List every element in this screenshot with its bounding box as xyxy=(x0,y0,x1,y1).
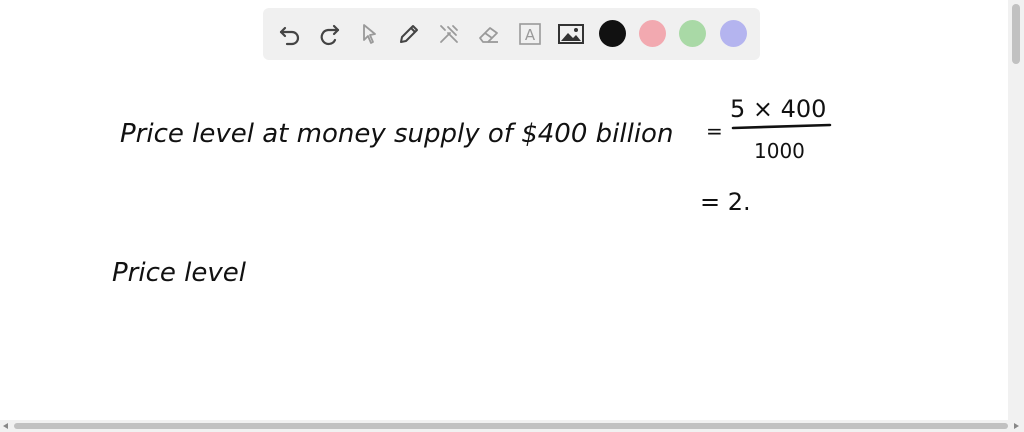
tools-button[interactable] xyxy=(433,18,465,50)
text-button[interactable]: A xyxy=(514,18,546,50)
redo-icon xyxy=(320,24,340,46)
vertical-scrollbar[interactable] xyxy=(1008,0,1024,420)
svg-text:A: A xyxy=(525,26,536,44)
scroll-left-icon[interactable] xyxy=(3,423,8,429)
color-green-swatch[interactable] xyxy=(679,20,706,47)
select-button[interactable] xyxy=(353,18,385,50)
eraser-icon xyxy=(479,27,498,43)
drawing-toolbar: A xyxy=(263,8,760,60)
handwritten-line-2: Price level xyxy=(112,258,247,288)
vertical-scroll-thumb[interactable] xyxy=(1012,4,1020,64)
image-button[interactable] xyxy=(555,18,587,50)
handwritten-numerator: 5 × 400 xyxy=(730,95,826,123)
whiteboard-app: Price level at money supply of $400 bill… xyxy=(0,0,1024,432)
undo-button[interactable] xyxy=(274,18,306,50)
horizontal-scroll-thumb[interactable] xyxy=(14,423,1008,429)
redo-button[interactable] xyxy=(313,18,345,50)
pen-icon xyxy=(400,25,418,43)
undo-icon xyxy=(279,26,300,46)
eraser-button[interactable] xyxy=(473,18,505,50)
fraction-bar xyxy=(731,123,832,130)
handwritten-result: = 2. xyxy=(700,188,751,216)
scroll-right-icon[interactable] xyxy=(1014,423,1019,429)
image-icon xyxy=(558,24,584,44)
color-black-swatch[interactable] xyxy=(599,20,626,47)
handwritten-denominator: 1000 xyxy=(754,139,805,163)
drawing-canvas[interactable]: Price level at money supply of $400 bill… xyxy=(0,0,1008,420)
horizontal-scrollbar[interactable] xyxy=(0,420,1024,432)
tools-icon xyxy=(440,25,458,43)
handwritten-line-1: Price level at money supply of $400 bill… xyxy=(120,119,673,149)
pointer-icon xyxy=(363,24,376,44)
color-pink-swatch[interactable] xyxy=(639,20,666,47)
color-purple-swatch[interactable] xyxy=(720,20,747,47)
pen-button[interactable] xyxy=(393,18,425,50)
text-icon: A xyxy=(519,23,541,45)
handwritten-equals: = xyxy=(706,119,723,143)
